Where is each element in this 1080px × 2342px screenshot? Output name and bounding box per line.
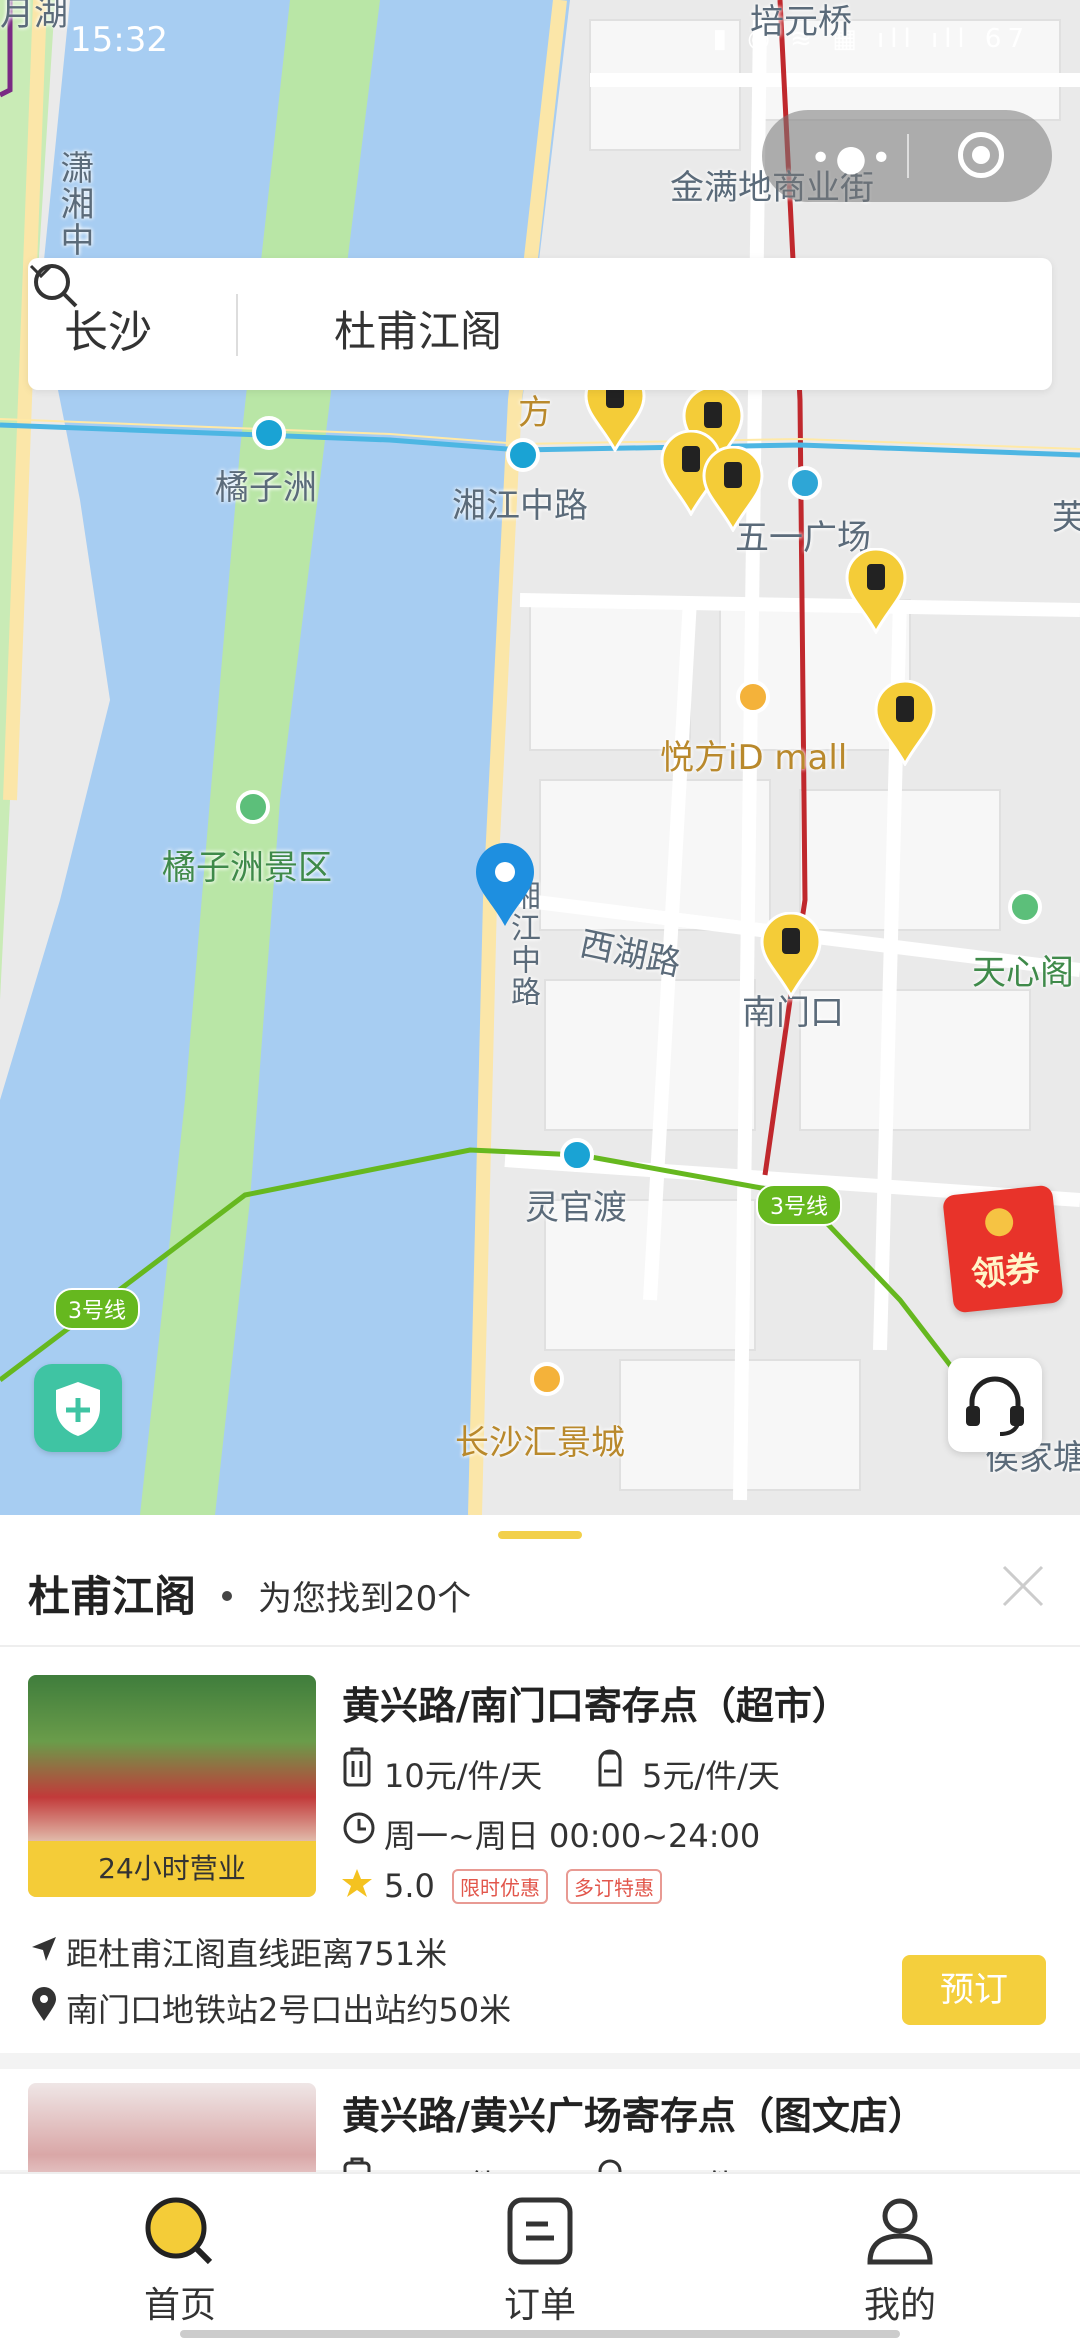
map-label: 潇湘中: [54, 150, 94, 258]
map-label: 培元桥: [750, 2, 852, 42]
coupon-label: 领券: [969, 1248, 1042, 1296]
order-icon: [507, 2197, 573, 2265]
clock-icon: [343, 1812, 375, 1844]
distance-info: 距杜甫江阁直线距离751米: [66, 1935, 448, 1973]
map-label: 月湖: [0, 0, 68, 34]
sheet-drag-handle[interactable]: [498, 1531, 582, 1539]
results-sheet: 杜甫江阁 为您找到20个 24小时营业 黄兴路/南门口寄存点（超市） 10元/件…: [0, 1515, 1080, 2205]
close-program-icon[interactable]: [958, 132, 1004, 178]
headset-icon: [966, 1376, 1024, 1436]
tab-label: 我的: [863, 2285, 936, 2326]
luggage-price: 10元/件/天: [384, 1757, 543, 1795]
safety-shield-button[interactable]: [34, 1364, 122, 1452]
home-indicator: [180, 2330, 900, 2338]
customer-service-button[interactable]: [948, 1358, 1042, 1452]
star-icon: [342, 1869, 372, 1897]
book-button[interactable]: 预订: [902, 1955, 1046, 2025]
map-label: 橘子洲景区: [162, 848, 332, 888]
luggage-storage-pin[interactable]: [700, 446, 766, 532]
coupon-button[interactable]: 领券: [942, 1184, 1064, 1314]
mall-icon[interactable]: [530, 1362, 564, 1396]
metro-transfer-icon[interactable]: [788, 466, 822, 500]
luggage-storage-pin[interactable]: [758, 912, 824, 998]
scenic-spot-icon[interactable]: [236, 790, 270, 824]
metro-line-badge: 3号线: [54, 1288, 140, 1330]
map-label: 方: [518, 393, 552, 433]
store-name[interactable]: 黄兴路/南门口寄存点（超市）: [342, 1675, 850, 1730]
bag-price: 5元/件/天: [642, 1757, 780, 1795]
search-bar: 长沙 杜甫江阁: [28, 258, 1052, 390]
map-label: 天心阁: [972, 953, 1074, 993]
luggage-icon: [343, 1747, 371, 1787]
search-icon: [34, 264, 78, 308]
scenic-spot-icon[interactable]: [1008, 890, 1042, 924]
search-divider: [236, 294, 238, 356]
luggage-storage-pin[interactable]: [843, 548, 909, 634]
tab-label: 订单: [503, 2285, 576, 2326]
shield-icon: [56, 1382, 100, 1436]
map-label: 悦方iD mall: [660, 738, 848, 778]
more-menu-icon[interactable]: •●•: [810, 138, 896, 179]
card-divider: [0, 2053, 1080, 2069]
results-count: 为您找到20个: [258, 1579, 472, 1619]
separator-dot: [222, 1591, 232, 1601]
backpack-icon: [598, 1749, 622, 1787]
results-keyword: 杜甫江阁: [28, 1572, 197, 1621]
metro-station-icon[interactable]: [252, 416, 286, 450]
tab-home[interactable]: 首页: [80, 2196, 280, 2328]
close-icon[interactable]: [1000, 1563, 1046, 1609]
metro-info: 南门口地铁站2号口出站约50米: [66, 1991, 512, 2029]
location-icon: [32, 1987, 56, 2021]
mini-program-capsule: •●•: [762, 110, 1052, 202]
search-input[interactable]: 杜甫江阁: [334, 298, 502, 359]
rating: 5.0: [384, 1867, 435, 1905]
bottom-tab-bar: 首页 订单 我的: [0, 2172, 1080, 2342]
open-24h-badge: 24小时营业: [28, 1841, 316, 1897]
search-icon: [145, 2197, 213, 2265]
promo-tag: 限时优惠: [452, 1869, 548, 1904]
promo-tag: 多订特惠: [566, 1869, 662, 1904]
sheet-divider: [0, 1645, 1080, 1647]
tab-orders[interactable]: 订单: [440, 2196, 640, 2328]
tab-label: 首页: [143, 2285, 216, 2326]
mall-icon[interactable]: [736, 680, 770, 714]
map-label: 长沙汇景城: [455, 1423, 625, 1463]
map-view[interactable]: 15:32 ▮ ◉ ≋ ▦ ıll ıll 67 月湖 培元桥 金满地商业街 潇…: [0, 0, 1080, 1515]
store-photo: 24小时营业: [28, 1675, 316, 1897]
opening-hours: 周一~周日 00:00~24:00: [384, 1817, 761, 1855]
metro-station-icon[interactable]: [560, 1138, 594, 1172]
navigation-arrow-icon: [32, 1937, 56, 1961]
map-label: 灵官渡: [525, 1188, 627, 1228]
coupon-seal-icon: [983, 1206, 1015, 1238]
location-pin-icon: [476, 843, 534, 926]
capsule-divider: [907, 134, 909, 178]
luggage-storage-pin[interactable]: [872, 680, 938, 766]
store-name[interactable]: 黄兴路/黄兴广场寄存点（图文店）: [342, 2085, 926, 2140]
map-label: 湘江中路: [452, 486, 588, 526]
status-time: 15:32: [70, 20, 168, 60]
map-label: 橘子洲: [215, 468, 317, 508]
user-icon: [867, 2198, 933, 2265]
map-label: 芙: [1052, 498, 1080, 538]
metro-station-icon[interactable]: [506, 438, 540, 472]
metro-line-badge: 3号线: [756, 1184, 842, 1226]
tab-profile[interactable]: 我的: [800, 2196, 1000, 2328]
